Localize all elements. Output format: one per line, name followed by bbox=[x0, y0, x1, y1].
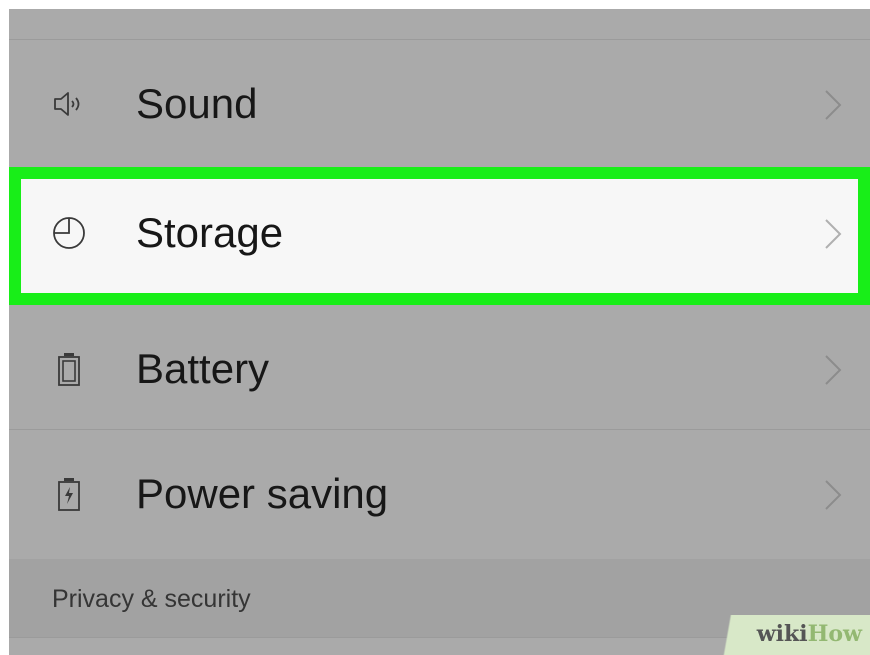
storage-pie-icon bbox=[49, 213, 89, 253]
settings-item-label: Power saving bbox=[136, 470, 389, 517]
power-saving-battery-icon bbox=[49, 474, 89, 514]
settings-item-label: Sound bbox=[136, 80, 258, 127]
settings-screen: Sound Storage Battery Power saving Priva… bbox=[9, 9, 870, 655]
speaker-icon bbox=[49, 84, 89, 124]
section-header-label: Privacy & security bbox=[52, 585, 251, 613]
settings-item-storage[interactable]: Storage bbox=[9, 169, 870, 297]
settings-item-power-saving[interactable]: Power saving bbox=[9, 430, 870, 558]
chevron-right-icon bbox=[821, 353, 845, 387]
chevron-right-icon bbox=[821, 88, 845, 122]
chevron-right-icon bbox=[821, 478, 845, 512]
chevron-right-icon bbox=[821, 217, 845, 251]
watermark-how-text: How bbox=[807, 621, 862, 647]
settings-item-sound[interactable]: Sound bbox=[9, 40, 870, 168]
watermark-wiki-text: wiki bbox=[756, 621, 808, 647]
battery-icon bbox=[49, 349, 89, 389]
settings-item-label: Storage bbox=[136, 209, 284, 256]
settings-item-battery[interactable]: Battery bbox=[9, 305, 870, 433]
wikihow-watermark: wikiHow bbox=[710, 615, 870, 655]
settings-item-label: Battery bbox=[136, 345, 270, 392]
